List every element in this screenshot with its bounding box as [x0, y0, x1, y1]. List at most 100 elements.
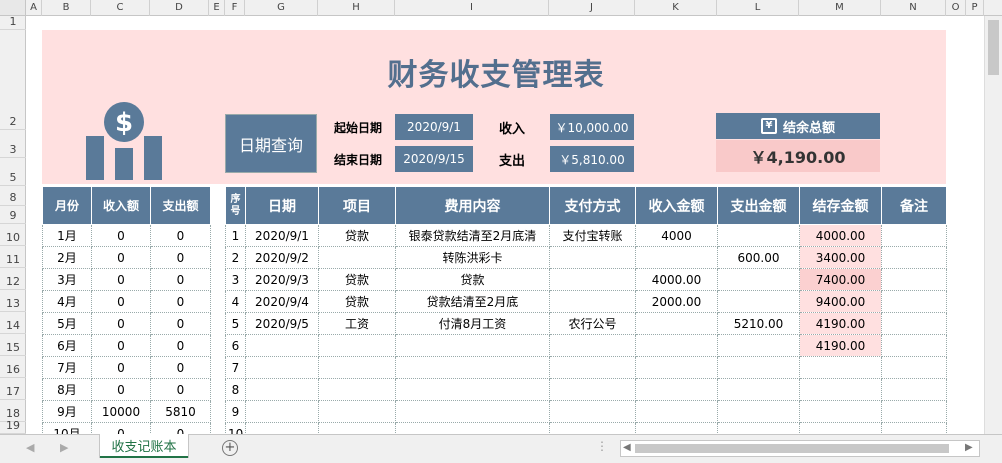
- row-header[interactable]: 11: [0, 246, 26, 268]
- payment-cell[interactable]: [549, 356, 636, 379]
- index-cell[interactable]: 10: [225, 422, 246, 434]
- index-cell[interactable]: 9: [225, 400, 246, 423]
- date-cell[interactable]: 2020/9/4: [245, 290, 319, 313]
- item-cell[interactable]: [318, 422, 396, 434]
- note-cell[interactable]: [881, 268, 947, 291]
- item-cell[interactable]: [318, 246, 396, 269]
- balance-cell[interactable]: 3400.00: [799, 246, 882, 269]
- expense-cell[interactable]: 0: [150, 422, 211, 434]
- date-cell[interactable]: 2020/9/2: [245, 246, 319, 269]
- item-cell[interactable]: [318, 378, 396, 401]
- income-cell[interactable]: 0: [91, 290, 151, 313]
- horizontal-scrollbar[interactable]: ◀ ▶: [620, 440, 980, 457]
- payment-cell[interactable]: [549, 378, 636, 401]
- scroll-thumb[interactable]: [988, 20, 999, 75]
- payment-cell[interactable]: [549, 334, 636, 357]
- col-header-g[interactable]: G: [245, 0, 318, 16]
- income-cell[interactable]: 4000: [635, 224, 718, 247]
- index-cell[interactable]: 1: [225, 224, 246, 247]
- payment-cell[interactable]: [549, 400, 636, 423]
- col-header-e[interactable]: E: [209, 0, 225, 16]
- expense-cell[interactable]: [717, 224, 800, 247]
- income-cell[interactable]: [635, 312, 718, 335]
- income-cell[interactable]: 0: [91, 246, 151, 269]
- expense-cell[interactable]: 600.00: [717, 246, 800, 269]
- item-cell[interactable]: [318, 334, 396, 357]
- end-date-field[interactable]: 2020/9/15: [395, 146, 473, 172]
- description-cell[interactable]: 银泰贷款结清至2月底清: [395, 224, 550, 247]
- description-cell[interactable]: [395, 378, 550, 401]
- description-cell[interactable]: [395, 334, 550, 357]
- col-header-o[interactable]: O: [946, 0, 966, 16]
- income-cell[interactable]: 0: [91, 268, 151, 291]
- expense-cell[interactable]: [717, 356, 800, 379]
- row-header[interactable]: 5: [0, 158, 26, 186]
- select-all-corner[interactable]: [0, 0, 26, 16]
- income-cell[interactable]: [635, 378, 718, 401]
- expense-cell[interactable]: 5210.00: [717, 312, 800, 335]
- col-header-d[interactable]: D: [150, 0, 209, 16]
- income-cell[interactable]: 0: [91, 224, 151, 247]
- item-cell[interactable]: [318, 400, 396, 423]
- note-cell[interactable]: [881, 224, 947, 247]
- balance-cell[interactable]: 7400.00: [799, 268, 882, 291]
- col-header-n[interactable]: N: [881, 0, 946, 16]
- payment-cell[interactable]: 支付宝转账: [549, 224, 636, 247]
- date-query-button[interactable]: 日期查询: [225, 114, 317, 173]
- row-header[interactable]: 8: [0, 186, 26, 206]
- item-cell[interactable]: 工资: [318, 312, 396, 335]
- index-cell[interactable]: 7: [225, 356, 246, 379]
- month-cell[interactable]: 7月: [42, 356, 92, 379]
- expense-cell[interactable]: [717, 400, 800, 423]
- balance-cell[interactable]: [799, 356, 882, 379]
- row-header[interactable]: 12: [0, 268, 26, 290]
- month-cell[interactable]: 1月: [42, 224, 92, 247]
- month-cell[interactable]: 2月: [42, 246, 92, 269]
- expense-cell[interactable]: [717, 268, 800, 291]
- scroll-left-icon[interactable]: ◀: [623, 442, 631, 453]
- split-handle-icon[interactable]: ⋮: [596, 439, 608, 453]
- expense-cell[interactable]: 0: [150, 246, 211, 269]
- col-header-h[interactable]: H: [318, 0, 395, 16]
- item-cell[interactable]: [318, 356, 396, 379]
- income-cell[interactable]: 2000.00: [635, 290, 718, 313]
- payment-cell[interactable]: [549, 422, 636, 434]
- date-cell[interactable]: 2020/9/1: [245, 224, 319, 247]
- income-cell[interactable]: 4000.00: [635, 268, 718, 291]
- row-header[interactable]: 1: [0, 15, 26, 30]
- prev-sheet-icon[interactable]: ◀: [26, 441, 34, 454]
- col-header-p[interactable]: P: [966, 0, 984, 16]
- worksheet[interactable]: 财务收支管理表 $ 日期查询 起始日期 2020/9/1 结束日期 2020/9…: [26, 16, 984, 434]
- expense-cell[interactable]: [717, 290, 800, 313]
- description-cell[interactable]: [395, 356, 550, 379]
- income-cell[interactable]: [635, 400, 718, 423]
- col-header-b[interactable]: B: [42, 0, 91, 16]
- add-sheet-icon[interactable]: +: [222, 440, 238, 456]
- description-cell[interactable]: 转陈洪彩卡: [395, 246, 550, 269]
- index-cell[interactable]: 6: [225, 334, 246, 357]
- date-cell[interactable]: [245, 400, 319, 423]
- note-cell[interactable]: [881, 334, 947, 357]
- month-cell[interactable]: 9月: [42, 400, 92, 423]
- income-cell[interactable]: 0: [91, 312, 151, 335]
- income-cell[interactable]: 0: [91, 356, 151, 379]
- col-header-j[interactable]: J: [549, 0, 635, 16]
- date-cell[interactable]: [245, 422, 319, 434]
- item-cell[interactable]: 贷款: [318, 290, 396, 313]
- row-header[interactable]: 17: [0, 378, 26, 400]
- balance-cell[interactable]: 4190.00: [799, 312, 882, 335]
- balance-cell[interactable]: 9400.00: [799, 290, 882, 313]
- start-date-field[interactable]: 2020/9/1: [395, 114, 473, 140]
- col-header-m[interactable]: M: [799, 0, 881, 16]
- note-cell[interactable]: [881, 246, 947, 269]
- row-header[interactable]: 14: [0, 312, 26, 334]
- expense-cell[interactable]: 0: [150, 268, 211, 291]
- description-cell[interactable]: 付清8月工资: [395, 312, 550, 335]
- row-header[interactable]: 13: [0, 290, 26, 312]
- date-cell[interactable]: [245, 356, 319, 379]
- balance-cell[interactable]: [799, 378, 882, 401]
- note-cell[interactable]: [881, 356, 947, 379]
- balance-cell[interactable]: 4000.00: [799, 224, 882, 247]
- income-cell[interactable]: [635, 334, 718, 357]
- balance-cell[interactable]: [799, 400, 882, 423]
